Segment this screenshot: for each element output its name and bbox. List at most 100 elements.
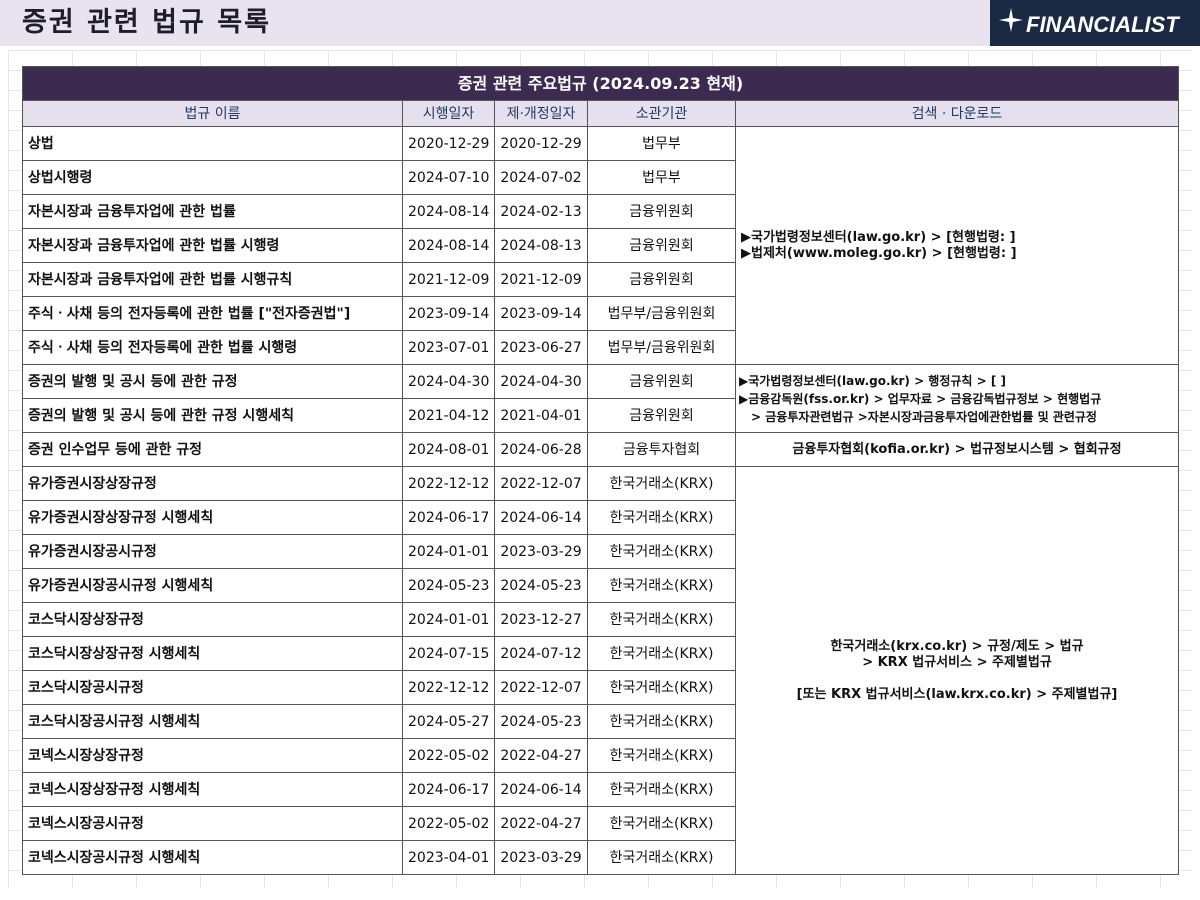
effective-date-cell: 2024-01-01 xyxy=(402,534,495,569)
effective-date-cell: 2024-01-01 xyxy=(402,602,495,637)
agency-cell: 한국거래소(KRX) xyxy=(587,738,736,773)
agency-cell: 금융위원회 xyxy=(587,228,736,263)
laws-table: 증권 관련 주요법규 (2024.09.23 현재) 법규 이름 시행일자 제·… xyxy=(22,66,1179,875)
law-name-cell: 유가증권시장공시규정 시행세칙 xyxy=(22,568,403,603)
effective-date-cell: 2024-08-01 xyxy=(402,432,495,467)
effective-date-cell: 2024-06-17 xyxy=(402,500,495,535)
agency-cell: 법무부/금융위원회 xyxy=(587,330,736,365)
header-amend-date: 제·개정일자 xyxy=(494,100,588,127)
sparkle-star-icon xyxy=(999,8,1023,32)
law-name-cell: 증권의 발행 및 공시 등에 관한 규정 시행세칙 xyxy=(22,398,403,433)
table-row: 증권의 발행 및 공시 등에 관한 규정 2024-04-30 2024-04-30… xyxy=(22,364,1179,433)
law-name-cell: 코넥스시장공시규정 시행세칙 xyxy=(22,840,403,875)
effective-date-cell: 2024-05-23 xyxy=(402,568,495,603)
table-row: 상법 2020-12-29 2020-12-29 법무부 ▶국가법령정보센터(law.g… xyxy=(22,126,1179,365)
search-download-cell: ▶국가법령정보센터(law.go.kr) > 행정규칙 > [ ] ▶금융감독원(… xyxy=(735,364,1179,433)
header-effective-date: 시행일자 xyxy=(402,100,495,127)
download-link[interactable]: 한국거래소(krx.co.kr) > 규정/제도 > 법규 xyxy=(741,639,1173,655)
law-name-cell: 유가증권시장상장규정 xyxy=(22,466,403,501)
law-name-cell: 증권 인수업무 등에 관한 규정 xyxy=(22,432,403,467)
amend-date-cell: 2024-05-23 xyxy=(494,568,588,603)
law-name-cell: 유가증권시장상장규정 시행세칙 xyxy=(22,500,403,535)
search-download-cell: ▶국가법령정보센터(law.go.kr) > [현행법령: ] ▶법제처(www.… xyxy=(735,126,1179,365)
agency-cell: 한국거래소(KRX) xyxy=(587,534,736,569)
table-banner: 증권 관련 주요법규 (2024.09.23 현재) xyxy=(22,66,1179,101)
effective-date-cell: 2024-08-14 xyxy=(402,228,495,263)
effective-date-cell: 2020-12-29 xyxy=(402,126,495,161)
agency-cell: 한국거래소(KRX) xyxy=(587,602,736,637)
effective-date-cell: 2021-04-12 xyxy=(402,398,495,433)
agency-cell: 법무부 xyxy=(587,160,736,195)
download-link[interactable]: ▶국가법령정보센터(law.go.kr) > 행정규칙 > [ ] xyxy=(739,372,1173,390)
effective-date-cell: 2022-05-02 xyxy=(402,806,495,841)
agency-cell: 금융위원회 xyxy=(587,262,736,297)
page-title: 증권 관련 법규 목록 xyxy=(22,7,271,38)
effective-date-cell: 2023-04-01 xyxy=(402,840,495,875)
amend-date-cell: 2024-08-13 xyxy=(494,228,588,263)
law-name-cell: 주식ㆍ사채 등의 전자등록에 관한 법률 시행령 xyxy=(22,330,403,365)
law-name-cell: 코넥스시장공시규정 xyxy=(22,806,403,841)
download-link[interactable]: ▶금융감독원(fss.or.kr) > 업무자료 > 금융감독법규정보 > 현행… xyxy=(739,390,1173,408)
download-link[interactable]: ▶법제처(www.moleg.go.kr) > [현행법령: ] xyxy=(741,246,1173,262)
logo-text: FINANCIALIST xyxy=(1026,12,1179,37)
amend-date-cell: 2023-06-27 xyxy=(494,330,588,365)
agency-cell: 한국거래소(KRX) xyxy=(587,500,736,535)
banner-row: 증권 관련 주요법규 (2024.09.23 현재) xyxy=(22,66,1179,101)
effective-date-cell: 2024-06-17 xyxy=(402,772,495,807)
amend-date-cell: 2024-06-14 xyxy=(494,772,588,807)
header-search-download: 검색 · 다운로드 xyxy=(735,100,1179,127)
effective-date-cell: 2024-05-27 xyxy=(402,704,495,739)
amend-date-cell: 2022-04-27 xyxy=(494,806,588,841)
download-link[interactable]: 금융투자협회(kofia.or.kr) > 법규정보시스템 > 협회규정 xyxy=(741,442,1173,458)
header-row: 법규 이름 시행일자 제·개정일자 소관기관 검색 · 다운로드 xyxy=(22,100,1179,127)
amend-date-cell: 2023-03-29 xyxy=(494,534,588,569)
effective-date-cell: 2023-07-01 xyxy=(402,330,495,365)
amend-date-cell: 2023-12-27 xyxy=(494,602,588,637)
law-name-cell: 코넥스시장상장규정 시행세칙 xyxy=(22,772,403,807)
effective-date-cell: 2022-05-02 xyxy=(402,738,495,773)
law-name-cell: 증권의 발행 및 공시 등에 관한 규정 xyxy=(22,364,403,399)
download-link[interactable]: > 금융투자관련법규 >자본시장과금융투자업에관한법률 및 관련규정 xyxy=(739,408,1173,426)
agency-cell: 한국거래소(KRX) xyxy=(587,806,736,841)
agency-cell: 법무부 xyxy=(587,126,736,161)
financialist-logo[interactable]: FINANCIALIST xyxy=(990,0,1200,46)
agency-cell: 한국거래소(KRX) xyxy=(587,840,736,875)
amend-date-cell: 2021-12-09 xyxy=(494,262,588,297)
agency-cell: 한국거래소(KRX) xyxy=(587,636,736,671)
effective-date-cell: 2022-12-12 xyxy=(402,670,495,705)
effective-date-cell: 2024-08-14 xyxy=(402,194,495,229)
download-link[interactable]: ▶국가법령정보센터(law.go.kr) > [현행법령: ] xyxy=(741,230,1173,246)
amend-date-cell: 2024-06-14 xyxy=(494,500,588,535)
amend-date-cell: 2021-04-01 xyxy=(494,398,588,433)
effective-date-cell: 2021-12-09 xyxy=(402,262,495,297)
amend-date-cell: 2020-12-29 xyxy=(494,126,588,161)
law-name-cell: 유가증권시장공시규정 xyxy=(22,534,403,569)
download-link[interactable]: > KRX 법규서비스 > 주제별법규 xyxy=(741,655,1173,671)
agency-cell: 금융투자협회 xyxy=(587,432,736,467)
law-name-cell: 자본시장과 금융투자업에 관한 법률 시행령 xyxy=(22,228,403,263)
search-download-cell: 금융투자협회(kofia.or.kr) > 법규정보시스템 > 협회규정 xyxy=(735,432,1179,467)
effective-date-cell: 2022-12-12 xyxy=(402,466,495,501)
agency-cell: 금융위원회 xyxy=(587,398,736,433)
effective-date-cell: 2023-09-14 xyxy=(402,296,495,331)
table-row: 유가증권시장상장규정 2022-12-12 2022-12-07 한국거래소(KRX)… xyxy=(22,466,1179,875)
law-name-cell: 코넥스시장상장규정 xyxy=(22,738,403,773)
effective-date-cell: 2024-07-15 xyxy=(402,636,495,671)
law-name-cell: 코스닥시장공시규정 시행세칙 xyxy=(22,704,403,739)
agency-cell: 한국거래소(KRX) xyxy=(587,466,736,501)
law-name-cell: 코스닥시장상장규정 시행세칙 xyxy=(22,636,403,671)
effective-date-cell: 2024-07-10 xyxy=(402,160,495,195)
agency-cell: 한국거래소(KRX) xyxy=(587,704,736,739)
agency-cell: 한국거래소(KRX) xyxy=(587,670,736,705)
amend-date-cell: 2024-07-12 xyxy=(494,636,588,671)
download-link[interactable]: [또는 KRX 법규서비스(law.krx.co.kr) > 주제별법규] xyxy=(741,687,1173,703)
agency-cell: 금융위원회 xyxy=(587,364,736,399)
law-name-cell: 상법 xyxy=(22,126,403,161)
amend-date-cell: 2022-12-07 xyxy=(494,670,588,705)
table-row: 증권 인수업무 등에 관한 규정 2024-08-01 2024-06-28 금융투자… xyxy=(22,432,1179,467)
law-name-cell: 주식ㆍ사채 등의 전자등록에 관한 법률 ["전자증권법"] xyxy=(22,296,403,331)
amend-date-cell: 2022-04-27 xyxy=(494,738,588,773)
law-name-cell: 코스닥시장상장규정 xyxy=(22,602,403,637)
header-law-name: 법규 이름 xyxy=(22,100,403,127)
